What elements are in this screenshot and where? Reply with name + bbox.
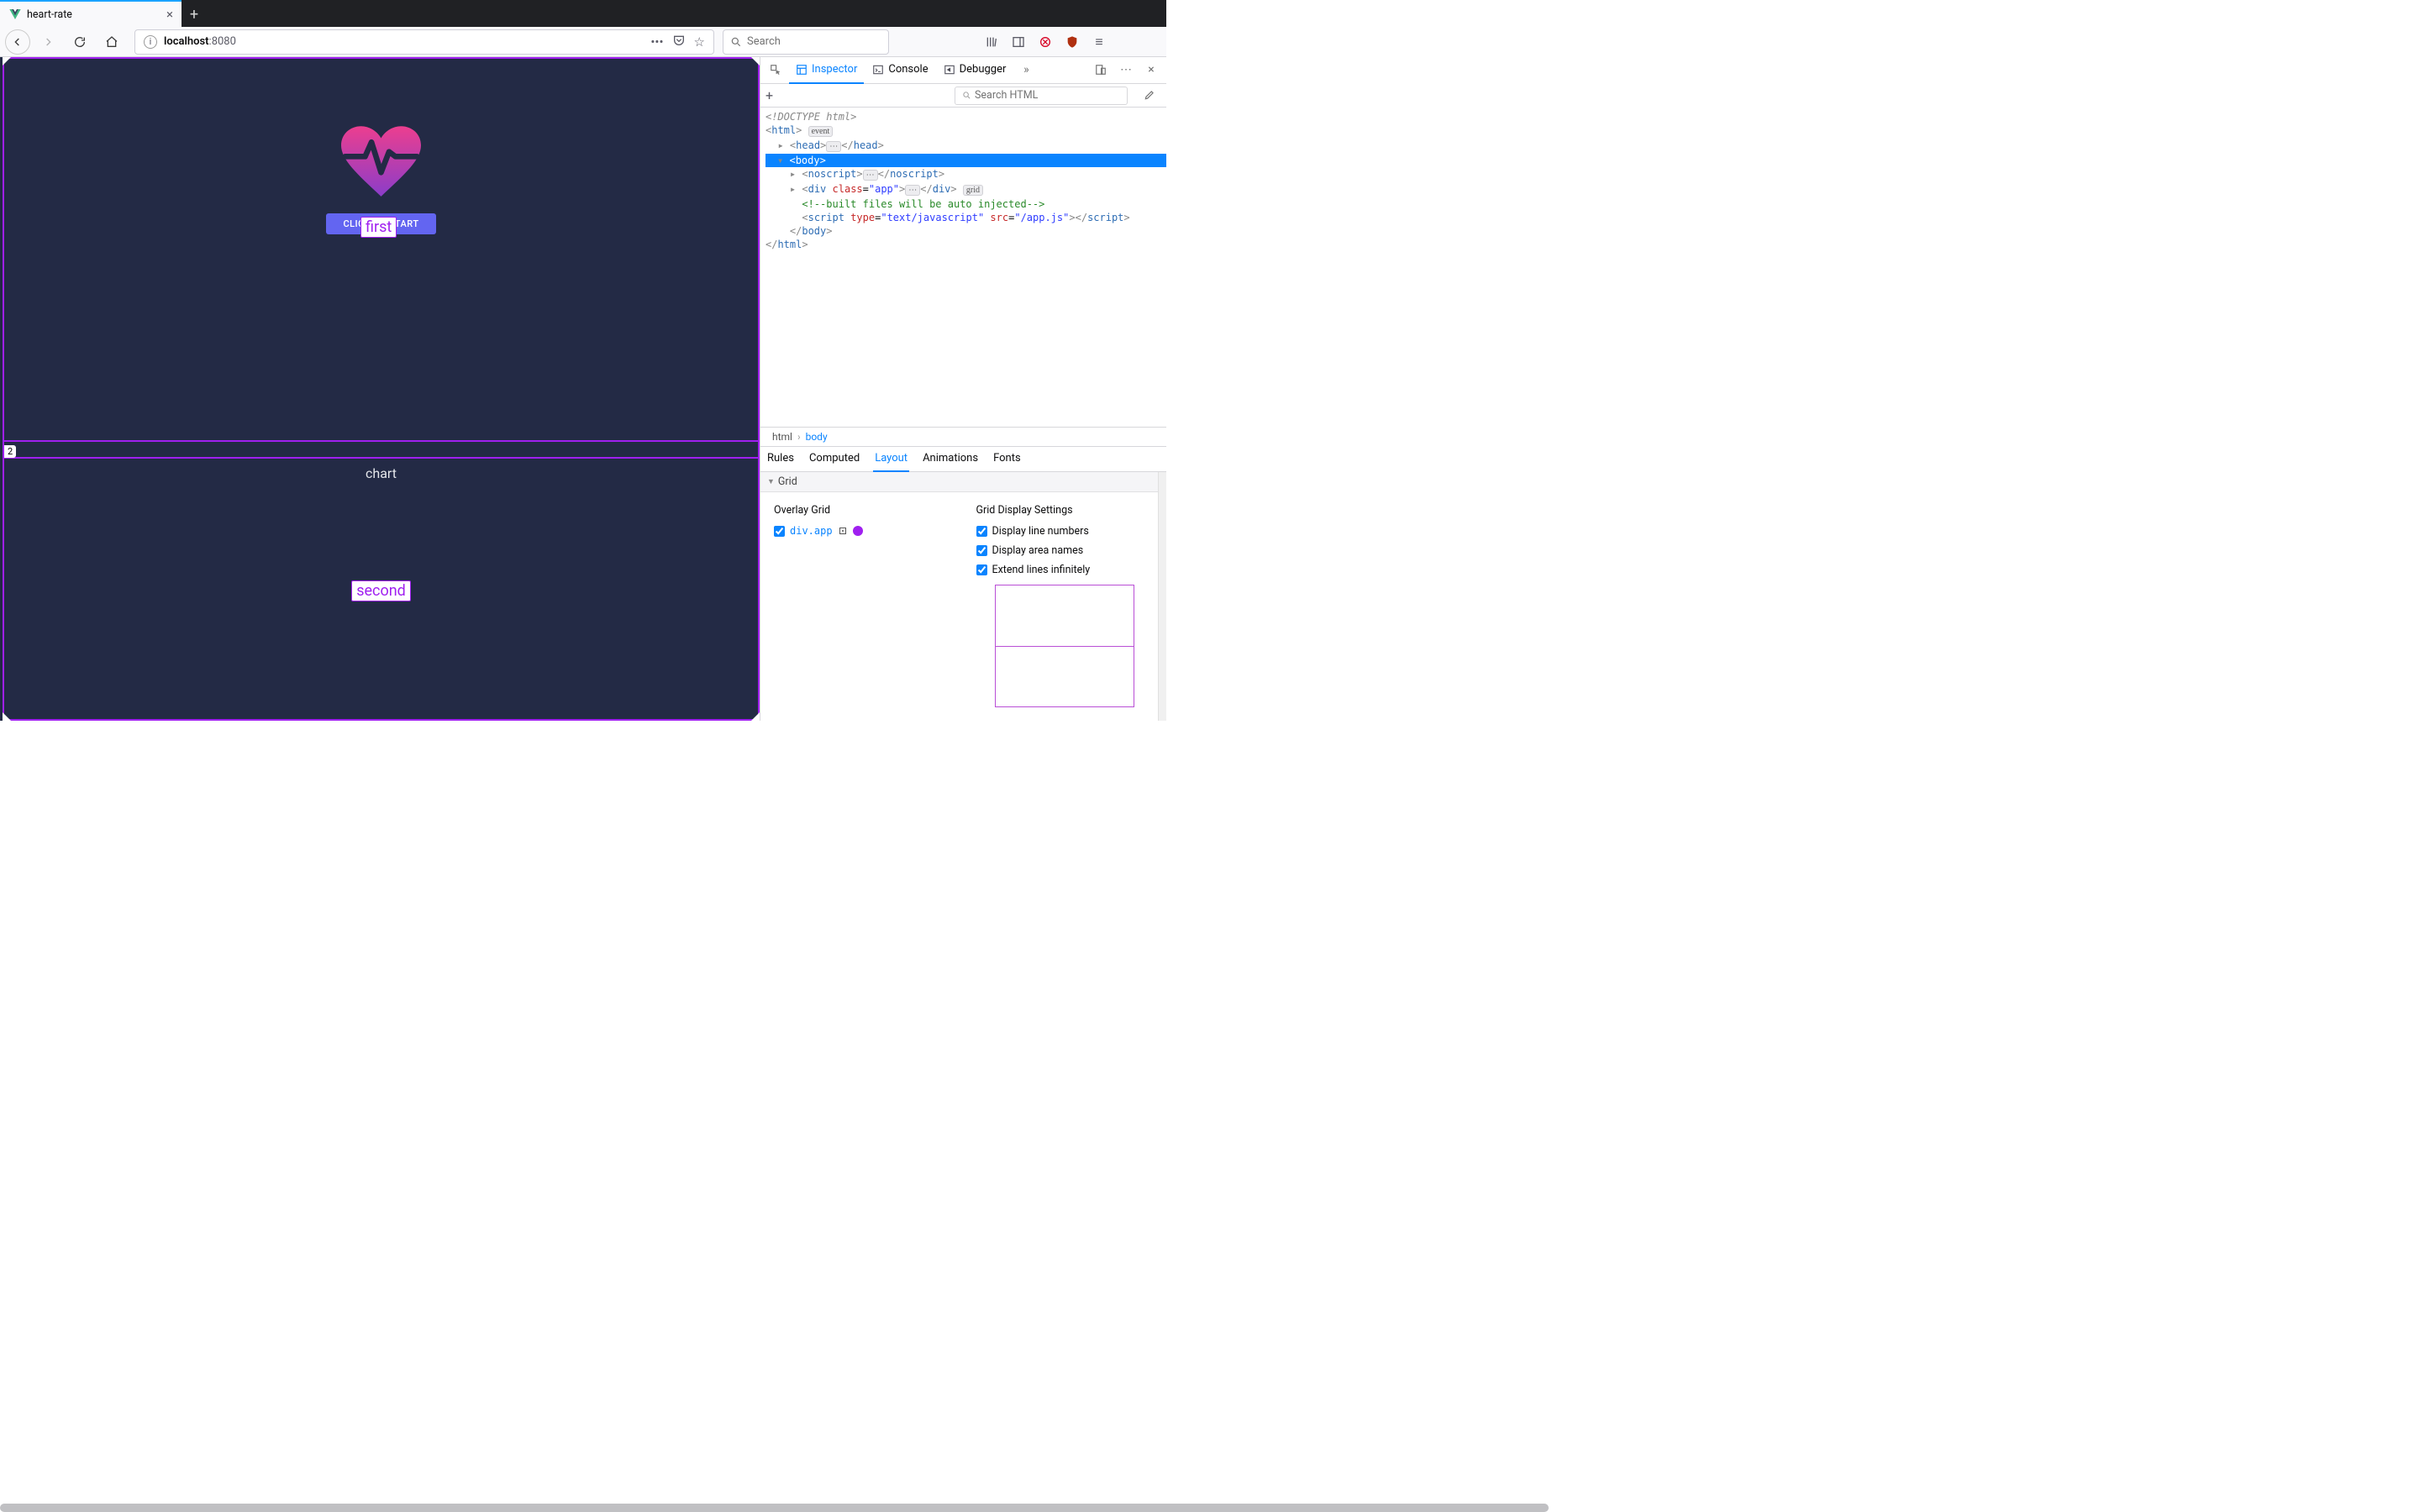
search-icon: [962, 91, 971, 100]
body-node[interactable]: ▾ <body>: [765, 154, 1166, 167]
grid-area-label-first: first: [360, 217, 397, 238]
devtools-close-icon[interactable]: ×: [1139, 59, 1163, 82]
doctype-node[interactable]: <!DOCTYPE html>: [765, 110, 1166, 123]
tab-console[interactable]: Console: [865, 57, 934, 84]
responsive-mode-icon[interactable]: [1089, 59, 1113, 82]
noscript-icon[interactable]: [1034, 30, 1057, 54]
comment-node[interactable]: <!--built files will be auto injected-->: [765, 197, 1166, 211]
tab-debugger[interactable]: Debugger: [937, 57, 1013, 84]
grid-corner-icon: [750, 711, 760, 721]
vue-favicon-icon: [8, 8, 22, 21]
tab-animations[interactable]: Animations: [921, 447, 980, 472]
breadcrumb: html body: [760, 427, 1166, 447]
overlay-checkbox[interactable]: [774, 526, 785, 537]
grid-area-first: CLICK TO START first: [3, 57, 760, 439]
head-node[interactable]: ▸ <head>⋯</head>: [765, 139, 1166, 154]
close-tab-icon[interactable]: ×: [166, 7, 173, 22]
crumb-body[interactable]: body: [802, 431, 831, 443]
overlay-selector: div.app: [790, 525, 833, 537]
scrollbar[interactable]: [1158, 472, 1166, 721]
url-bar[interactable]: i localhost:8080 ••• ☆: [134, 29, 714, 55]
div-app-node[interactable]: ▸ <div class="app">⋯</div> grid: [765, 182, 1166, 197]
grid-preview: [995, 585, 1134, 707]
tab-computed[interactable]: Computed: [808, 447, 861, 472]
browser-tab[interactable]: heart-rate ×: [0, 0, 182, 27]
more-tools-icon[interactable]: »: [1014, 59, 1038, 82]
overlay-item[interactable]: div.app: [774, 525, 951, 537]
pocket-icon[interactable]: [672, 34, 686, 50]
settings-title: Grid Display Settings: [976, 504, 1154, 517]
side-panel-tabs: Rules Computed Layout Animations Fonts: [760, 447, 1166, 472]
ublock-icon[interactable]: [1060, 30, 1084, 54]
heart-icon: [341, 124, 421, 200]
grid-area-label-second: second: [351, 580, 411, 601]
opt-label: Extend lines infinitely: [992, 564, 1091, 576]
opt-label: Display area names: [992, 544, 1084, 557]
tab-fonts[interactable]: Fonts: [992, 447, 1023, 472]
home-button[interactable]: [97, 29, 126, 55]
opt-extend-lines-checkbox[interactable]: [976, 564, 987, 575]
tab-strip: heart-rate × +: [0, 0, 1166, 27]
devtools-panel: Inspector Console Debugger » ⋯ × + Searc…: [760, 57, 1166, 721]
horizontal-scrollbar[interactable]: [0, 1504, 2420, 1512]
overlay-title: Overlay Grid: [774, 504, 951, 517]
chart-label: chart: [366, 465, 397, 481]
library-icon[interactable]: [980, 30, 1003, 54]
color-swatch[interactable]: [853, 526, 863, 536]
opt-area-names-checkbox[interactable]: [976, 545, 987, 556]
html-tree[interactable]: <!DOCTYPE html> <html> event ▸ <head>⋯</…: [760, 108, 1166, 427]
grid-corner-icon: [1, 57, 13, 67]
section-grid[interactable]: ▼Grid: [760, 472, 1166, 492]
opt-line-numbers-checkbox[interactable]: [976, 526, 987, 537]
url-text: localhost:8080: [164, 35, 644, 48]
devtools-toolbar: + Search HTML: [760, 84, 1166, 108]
bookmark-star-icon[interactable]: ☆: [694, 34, 705, 50]
layout-panel: ▼Grid Overlay Grid div.app Grid Display …: [760, 472, 1166, 721]
crumb-html[interactable]: html: [769, 431, 796, 443]
script-node[interactable]: <script type="text/javascript" src="/app…: [765, 211, 1166, 224]
grid-target-icon[interactable]: [838, 526, 848, 536]
devtools-tabs: Inspector Console Debugger » ⋯ ×: [760, 57, 1166, 84]
page-actions-icon[interactable]: •••: [650, 34, 663, 50]
site-info-icon[interactable]: i: [144, 35, 157, 49]
body-close-node[interactable]: </body>: [765, 224, 1166, 238]
new-tab-button[interactable]: +: [182, 2, 207, 27]
html-search-placeholder: Search HTML: [975, 89, 1038, 102]
grid-area-second: chart second: [3, 459, 760, 721]
tab-layout[interactable]: Layout: [873, 447, 909, 472]
search-icon: [730, 36, 742, 48]
pick-element-icon[interactable]: [764, 59, 787, 82]
grid-corner-icon: [1, 711, 13, 721]
browser-toolbar: i localhost:8080 ••• ☆ Search ≡: [0, 27, 1166, 57]
menu-icon[interactable]: ≡: [1087, 30, 1111, 54]
noscript-node[interactable]: ▸ <noscript>⋯</noscript>: [765, 167, 1166, 182]
html-search-input[interactable]: Search HTML: [955, 87, 1128, 105]
grid-corner-icon: [750, 57, 760, 67]
back-button[interactable]: [5, 29, 30, 55]
devtools-menu-icon[interactable]: ⋯: [1114, 59, 1138, 82]
tab-rules[interactable]: Rules: [765, 447, 796, 472]
sidebar-icon[interactable]: [1007, 30, 1030, 54]
add-element-button[interactable]: +: [765, 87, 773, 103]
page-viewport: CLICK TO START first 2 chart second: [0, 57, 760, 721]
html-open-node[interactable]: <html> event: [765, 123, 1166, 139]
edit-html-icon[interactable]: [1138, 84, 1161, 108]
tab-inspector[interactable]: Inspector: [789, 57, 864, 84]
search-placeholder: Search: [747, 35, 781, 48]
tab-title: heart-rate: [27, 8, 166, 21]
opt-label: Display line numbers: [992, 525, 1089, 538]
forward-button[interactable]: [34, 29, 62, 55]
html-close-node[interactable]: </html>: [765, 238, 1166, 251]
reload-button[interactable]: [66, 29, 94, 55]
search-bar[interactable]: Search: [723, 29, 889, 55]
grid-line-number: 2: [4, 445, 16, 458]
